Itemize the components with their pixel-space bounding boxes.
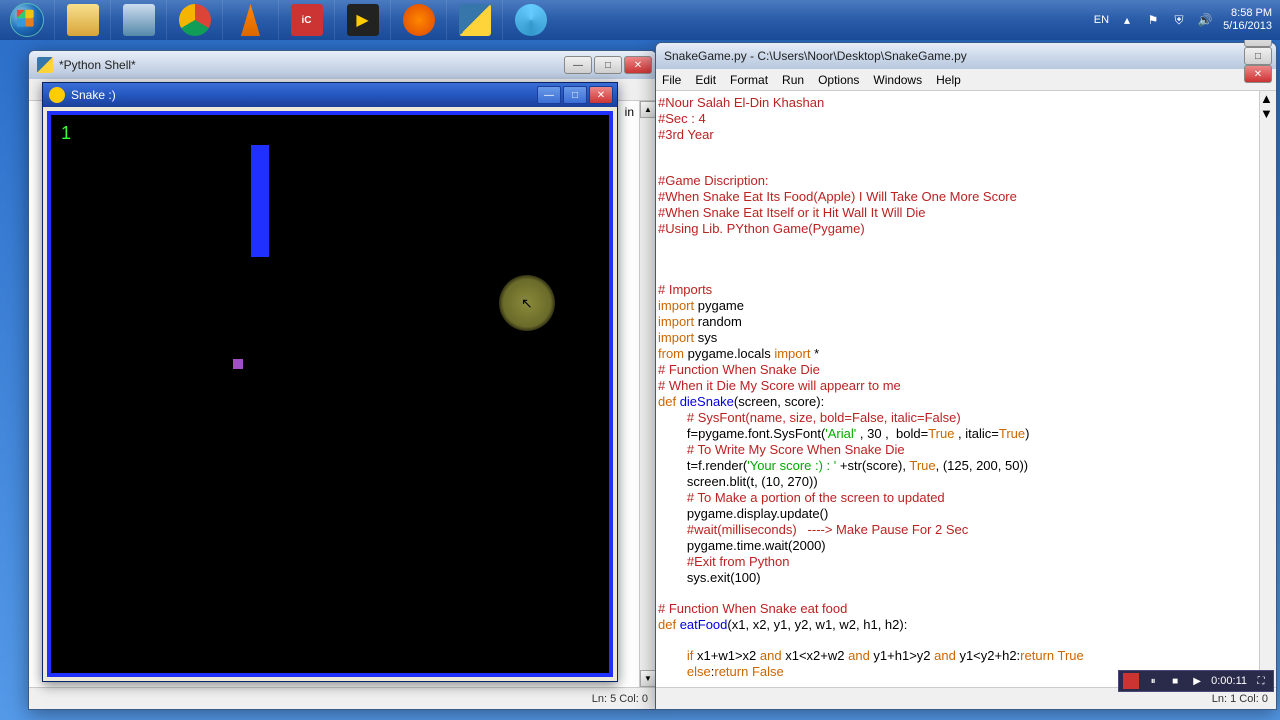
cursor-icon: ↖: [521, 295, 533, 312]
recorder-bar[interactable]: ⏸ ■ ▶ 0:00:11 ⛶: [1118, 670, 1274, 692]
scroll-up-icon[interactable]: ▲: [640, 101, 656, 118]
editor-status-col: Col: 0: [1239, 693, 1268, 705]
menu-options[interactable]: Options: [818, 73, 859, 87]
tray-language[interactable]: EN: [1094, 14, 1109, 26]
play-icon[interactable]: ▶: [1189, 673, 1205, 689]
editor-maximize-button[interactable]: □: [1244, 47, 1272, 65]
taskbar-item-misc[interactable]: [502, 0, 558, 40]
taskbar-item-player[interactable]: ▶: [334, 0, 390, 40]
food-item: [233, 359, 243, 369]
scroll-down-icon[interactable]: ▼: [1260, 106, 1276, 121]
shell-title: *Python Shell*: [59, 58, 136, 72]
game-score: 1: [61, 123, 71, 144]
record-icon[interactable]: [1123, 673, 1139, 689]
taskbar-pinned: iC ▶: [54, 0, 558, 40]
taskbar-item-explorer[interactable]: [54, 0, 110, 40]
taskbar-item-vlc[interactable]: [222, 0, 278, 40]
game-title: Snake :): [71, 88, 116, 102]
taskbar-item-notepad[interactable]: [110, 0, 166, 40]
menu-windows[interactable]: Windows: [873, 73, 922, 87]
menu-format[interactable]: Format: [730, 73, 768, 87]
start-button[interactable]: [0, 0, 54, 40]
game-titlebar[interactable]: Snake :) — □ ✕: [43, 83, 617, 107]
editor-title: SnakeGame.py - C:\Users\Noor\Desktop\Sna…: [664, 49, 967, 63]
tray-date: 5/16/2013: [1223, 20, 1272, 33]
game-maximize-button[interactable]: □: [563, 86, 587, 104]
editor-window: SnakeGame.py - C:\Users\Noor\Desktop\Sna…: [655, 42, 1277, 710]
shell-status-col: Col: 0: [619, 693, 648, 705]
tray-network-icon[interactable]: ⛨: [1171, 12, 1187, 28]
shell-maximize-button[interactable]: □: [594, 56, 622, 74]
menu-help[interactable]: Help: [936, 73, 961, 87]
pause-icon[interactable]: ⏸: [1145, 673, 1161, 689]
taskbar: iC ▶ EN ▴ ⚑ ⛨ 🔊 8:58 PM 5/16/2013: [0, 0, 1280, 40]
shell-close-button[interactable]: ✕: [624, 56, 652, 74]
tray-time: 8:58 PM: [1223, 7, 1272, 20]
snake-body: [251, 145, 269, 257]
editor-close-button[interactable]: ✕: [1244, 65, 1272, 83]
windows-orb-icon: [10, 3, 44, 37]
shell-scrollbar[interactable]: ▲ ▼: [639, 101, 656, 687]
shell-minimize-button[interactable]: —: [564, 56, 592, 74]
game-minimize-button[interactable]: —: [537, 86, 561, 104]
recorder-time: 0:00:11: [1211, 675, 1247, 687]
taskbar-item-firefox[interactable]: [390, 0, 446, 40]
scroll-up-icon[interactable]: ▲: [1260, 91, 1276, 106]
taskbar-item-recorder[interactable]: iC: [278, 0, 334, 40]
shell-text: in: [625, 105, 634, 119]
scroll-down-icon[interactable]: ▼: [640, 670, 656, 687]
system-tray: EN ▴ ⚑ ⛨ 🔊 8:58 PM 5/16/2013: [1086, 0, 1280, 40]
editor-status-ln: Ln: 1: [1212, 693, 1236, 705]
tray-flag-icon[interactable]: ⚑: [1145, 12, 1161, 28]
tray-clock[interactable]: 8:58 PM 5/16/2013: [1223, 7, 1272, 33]
taskbar-item-python[interactable]: [446, 0, 502, 40]
game-close-button[interactable]: ✕: [589, 86, 613, 104]
game-canvas[interactable]: 1 ↖: [47, 111, 613, 677]
editor-body[interactable]: #Nour Salah El-Din Khashan #Sec : 4 #3rd…: [656, 91, 1276, 687]
shell-statusbar: Ln: 5 Col: 0: [29, 687, 656, 709]
menu-file[interactable]: File: [662, 73, 681, 87]
editor-menubar: File Edit Format Run Options Windows Help: [656, 69, 1276, 91]
tray-volume-icon[interactable]: 🔊: [1197, 12, 1213, 28]
game-icon: [49, 87, 65, 103]
stop-icon[interactable]: ■: [1167, 673, 1183, 689]
recorder-expand-icon[interactable]: ⛶: [1253, 673, 1269, 689]
taskbar-item-chrome[interactable]: [166, 0, 222, 40]
python-icon: [37, 57, 53, 73]
menu-run[interactable]: Run: [782, 73, 804, 87]
shell-status-ln: Ln: 5: [592, 693, 616, 705]
editor-titlebar[interactable]: SnakeGame.py - C:\Users\Noor\Desktop\Sna…: [656, 43, 1276, 69]
shell-titlebar[interactable]: *Python Shell* — □ ✕: [29, 51, 656, 79]
tray-chevron-icon[interactable]: ▴: [1119, 12, 1135, 28]
snake-game-window: Snake :) — □ ✕ 1 ↖: [42, 82, 618, 682]
editor-scrollbar[interactable]: ▲▼: [1259, 91, 1276, 687]
menu-edit[interactable]: Edit: [695, 73, 716, 87]
